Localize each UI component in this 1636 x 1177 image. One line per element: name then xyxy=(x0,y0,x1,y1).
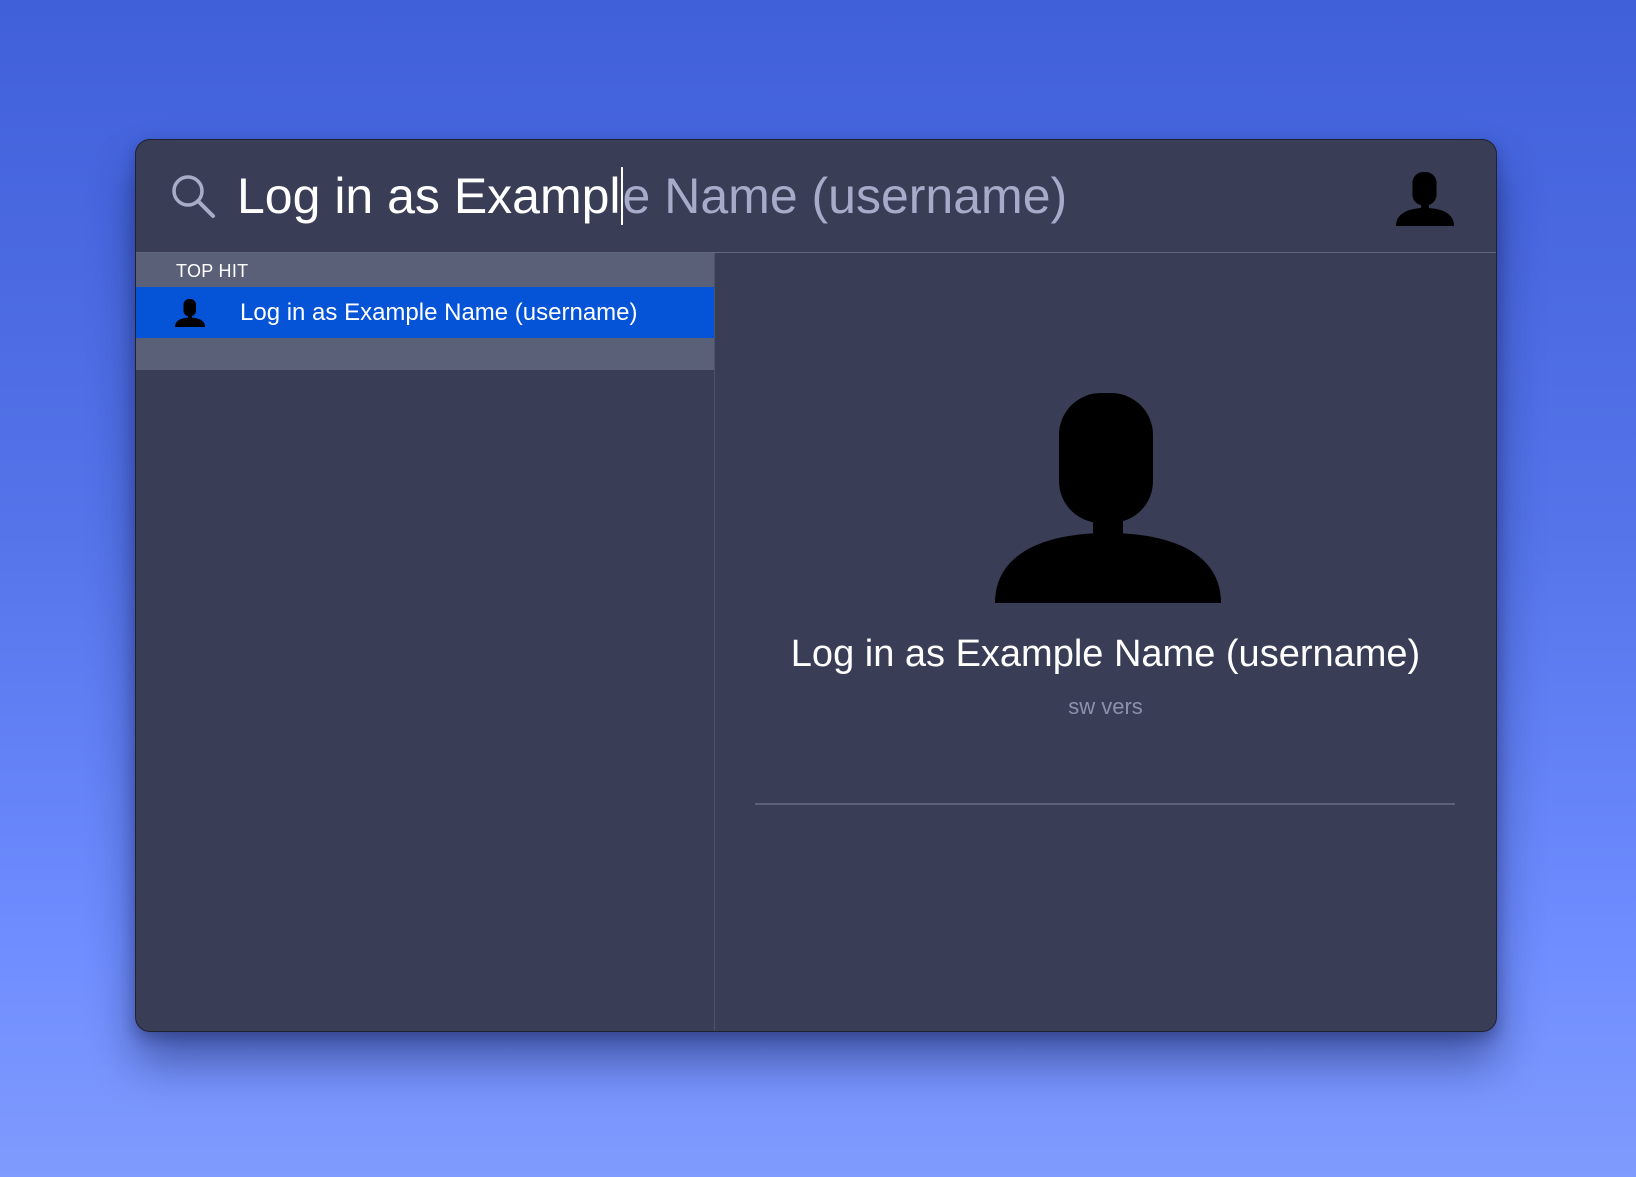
section-footer xyxy=(136,338,714,370)
section-header-top-hit: TOP HIT xyxy=(136,253,714,287)
search-completion-text: e Name (username) xyxy=(622,168,1068,224)
result-item-selected[interactable]: Log in as Example Name (username) xyxy=(136,287,714,338)
search-icon xyxy=(172,175,215,218)
user-silhouette-icon xyxy=(1396,172,1454,226)
spotlight-window: Log in as Example Name (username) TOP HI… xyxy=(135,139,1497,1032)
user-silhouette-icon xyxy=(995,393,1221,603)
preview-pane: Log in as Example Name (username) sw ver… xyxy=(715,253,1496,1031)
search-bar[interactable]: Log in as Example Name (username) xyxy=(136,140,1496,253)
result-item-label: Log in as Example Name (username) xyxy=(240,299,638,326)
search-typed-text: Log in as Exampl xyxy=(237,168,621,224)
user-silhouette-icon xyxy=(175,299,205,327)
preview-subtitle: sw vers xyxy=(1068,694,1143,719)
results-list: TOP HIT Log in as Example Name (username… xyxy=(136,253,715,1031)
search-input[interactable]: Log in as Example Name (username) xyxy=(237,166,1067,226)
preview-title: Log in as Example Name (username) xyxy=(790,633,1421,675)
preview-divider xyxy=(755,803,1455,805)
